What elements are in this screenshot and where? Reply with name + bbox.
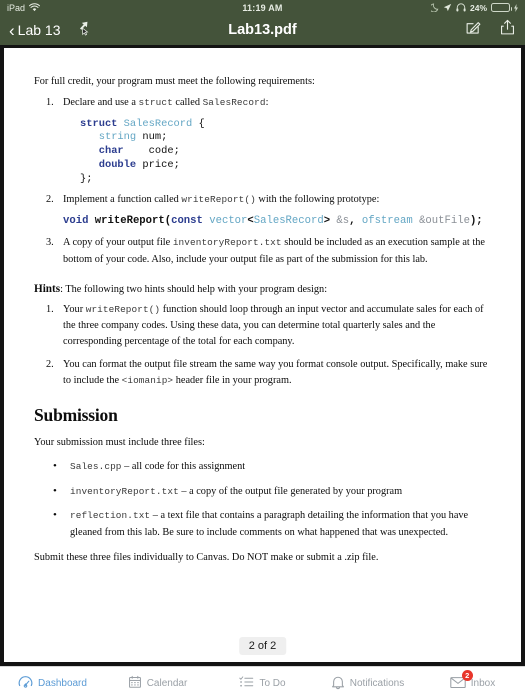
hints-intro: : The following two hints should help wi… [60,283,328,295]
list-item: inventoryReport.txt – a copy of the outp… [34,483,491,501]
submission-heading: Submission [34,405,118,426]
requirement-item: Declare and use a struct called SalesRec… [34,95,491,186]
submission-intro: Your submission must include three files… [34,437,205,449]
tab-label: To Do [259,678,286,689]
inbox-badge: 2 [461,669,473,681]
code-keyword: double [98,158,137,171]
location-arrow-icon [443,3,452,12]
bell-icon [331,675,345,693]
inline-code: writeReport() [85,303,161,315]
code-keyword: struct [80,117,118,130]
navigation-bar: ‹ Lab 13 Lab13.pdf [0,15,525,45]
hints-label: Hints [34,282,61,295]
tab-label: Calendar [146,678,188,689]
hint-item: You can format the output file stream th… [34,357,491,390]
requirement-text: called [172,97,203,109]
status-right: 24% [430,2,518,13]
pdf-page: For full credit, your program must meet … [4,48,521,662]
code-type: vector [202,214,248,227]
status-bar: iPad 11:19 AM 24% [0,0,525,15]
requirement-text: A copy of your output file [63,237,173,249]
file-description: – all code for this assignment [121,461,246,473]
code-type: SalesRecord [123,117,193,130]
tab-to-do[interactable]: To Do [210,675,315,692]
page-indicator: 2 of 2 [238,637,287,655]
code-keyword: void [63,214,89,227]
share-square-icon[interactable] [499,19,516,41]
hint-text: Your [63,303,86,315]
file-name: reflection.txt [70,510,151,522]
code-identifier: price; [142,158,180,171]
tab-inbox[interactable]: 2 Inbox [420,669,525,692]
back-button[interactable]: ‹ Lab 13 [9,22,61,39]
file-name: Sales.cpp [70,461,122,473]
code-brace: }; [80,172,93,185]
tab-label: Inbox [470,678,496,689]
requirement-text: : [265,97,269,109]
inline-code: inventoryReport.txt [172,237,282,249]
requirement-text: Declare and use a [63,97,139,109]
requirement-item: A copy of your output file inventoryRepo… [34,235,491,268]
inline-code: SalesRecord [202,97,266,109]
tab-calendar[interactable]: Calendar [105,675,210,692]
battery-percent-label: 24% [469,2,487,13]
inline-code: <iomanip> [121,374,174,386]
code-brace: { [198,117,205,130]
hint-item: Your writeReport() function should loop … [34,302,491,351]
submission-file-list: Sales.cpp – all code for this assignment… [34,458,491,541]
code-type: ofstream [361,214,413,227]
tab-label: Dashboard [38,678,87,689]
intro-paragraph: For full credit, your program must meet … [34,76,315,87]
tab-dashboard[interactable]: Dashboard [0,675,105,693]
hints-list: Your writeReport() function should loop … [34,302,491,389]
code-identifier: code; [148,145,180,158]
code-type: SalesRecord [253,214,324,227]
code-identifier: num; [142,131,168,144]
list-item: reflection.txt – a text file that contai… [34,507,491,541]
file-description: – a copy of the output file generated by… [178,485,403,497]
hint-text: header file in your program. [173,374,292,386]
navbar-actions [465,19,516,41]
requirement-text: with the following prototype: [255,194,380,206]
struct-code-block: struct SalesRecord { string num; char co… [80,118,491,187]
dashboard-gauge-icon [18,675,33,693]
hints-heading: Hints: The following two hints should he… [34,281,491,298]
code-punct: , [349,214,362,227]
battery-icon [491,3,512,12]
bottom-tab-bar: Dashboard Calendar To Do Notifications 2… [0,666,525,700]
code-param: &s [336,214,350,227]
calendar-icon [128,675,142,692]
pdf-viewer[interactable]: For full credit, your program must meet … [0,45,525,666]
envelope-icon: 2 [450,669,473,692]
crescent-moon-icon [430,3,439,12]
requirement-item: Implement a function called writeReport(… [34,192,491,229]
code-punct: ); [469,214,483,227]
markup-pencil-icon[interactable] [465,19,482,41]
checklist-icon [239,675,254,692]
headphones-icon [456,3,466,12]
tab-label: Notifications [349,678,405,689]
code-function-name: writeReport( [88,214,172,227]
closing-paragraph: Submit these three files individually to… [34,552,379,564]
lightning-bolt-icon [514,3,518,12]
inline-code: writeReport() [181,194,256,206]
back-button-label: Lab 13 [17,22,61,38]
requirements-list: Declare and use a struct called SalesRec… [34,95,491,267]
code-type: string [98,131,137,144]
tab-notifications[interactable]: Notifications [315,675,420,693]
list-item: Sales.cpp – all code for this assignment [34,458,491,476]
code-keyword: char [98,145,124,158]
code-param: &outFile [412,214,470,227]
requirement-text: Implement a function called [63,194,182,206]
file-name: inventoryReport.txt [70,485,179,497]
inline-code: struct [138,97,173,109]
prototype-code-block: void writeReport(const vector<SalesRecor… [63,213,491,230]
chevron-left-icon: ‹ [9,20,15,40]
ipad-screen: iPad 11:19 AM 24% ‹ Lab 13 Lab13.pdf For… [0,0,525,700]
code-keyword: const [171,214,203,227]
pointer-arrow-icon [75,20,91,41]
code-punct: > [323,214,337,227]
